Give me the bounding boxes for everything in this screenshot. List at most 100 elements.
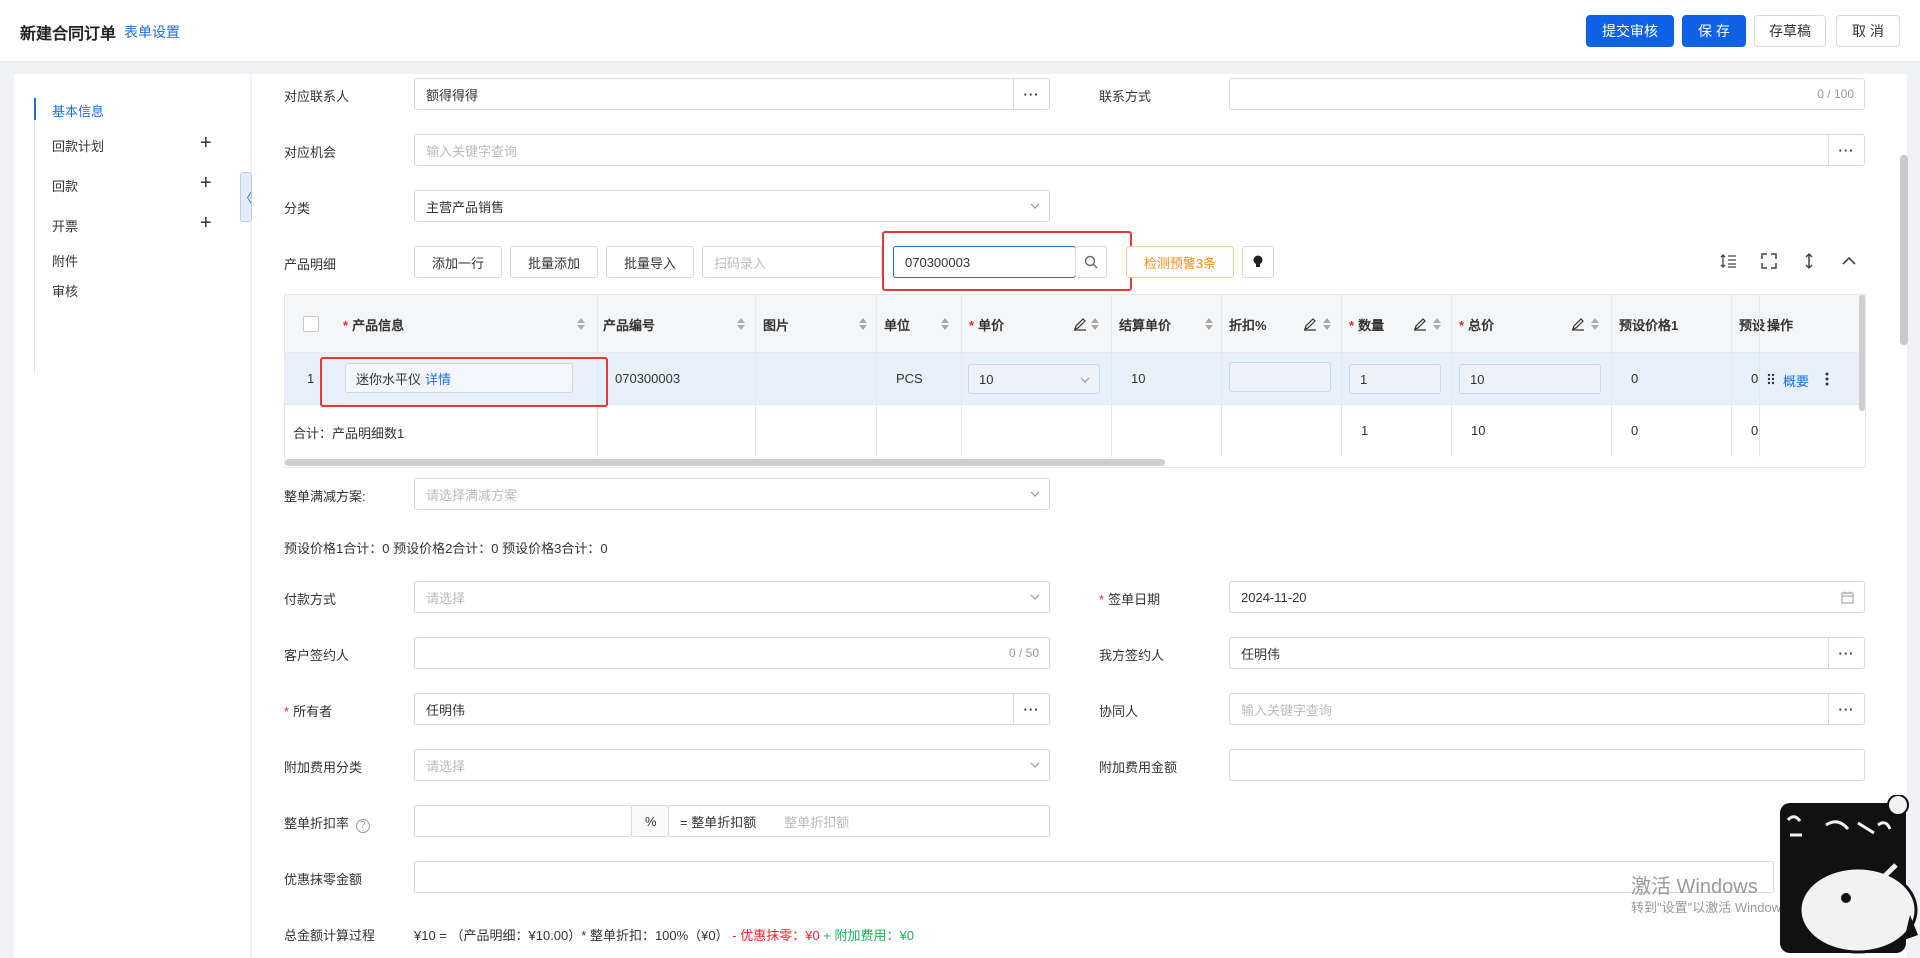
collaborator-label: 协同人 (1099, 704, 1139, 719)
owner-more-icon[interactable]: ··· (1013, 694, 1049, 724)
preset2-value: 0 (1751, 371, 1759, 386)
warning-check-button[interactable]: 检测预警3条 (1126, 246, 1234, 278)
payment-select[interactable]: 请选择 (414, 581, 1050, 613)
save-button[interactable]: 保 存 (1682, 15, 1746, 47)
batch-import-button[interactable]: 批量导入 (606, 246, 694, 278)
sign-date-picker[interactable]: 2024-11-20 (1229, 581, 1865, 613)
sidebar-item-review[interactable]: 审核 (52, 281, 78, 300)
column-header-settle-price[interactable]: 结算单价 (1119, 315, 1171, 334)
column-header-preset1[interactable]: 预设价格1 (1619, 315, 1678, 334)
table-row[interactable]: 1 迷你水平仪 详情 070300003 PCS 10 10 1 10 0 0 … (285, 353, 1865, 405)
sort-icon[interactable] (737, 317, 745, 331)
sort-icon[interactable] (1323, 317, 1331, 331)
discount-amount-placeholder: 整单折扣额 (784, 814, 850, 830)
sidebar-item-attachment[interactable]: 附件 (52, 251, 78, 270)
our-signer-more-icon[interactable]: ··· (1828, 638, 1864, 668)
column-header-preset2[interactable]: 预设 (1739, 315, 1765, 334)
product-search-input[interactable]: 070300003 (893, 246, 1076, 278)
column-header-discount[interactable]: 折扣% (1229, 315, 1267, 334)
contact-field[interactable]: 额得得得 ··· (414, 78, 1050, 110)
table-horizontal-scrollbar[interactable] (285, 459, 1165, 466)
calc-main: ¥10 = （产品明细：¥10.00）* 整单折扣：100%（¥0） (414, 928, 729, 943)
payment-label: 付款方式 (284, 592, 337, 607)
column-divider (1341, 295, 1342, 457)
edit-pen-icon[interactable] (1073, 317, 1087, 331)
add-invoice-icon[interactable]: + (200, 213, 212, 233)
opportunity-field[interactable]: 输入关键字查询 ··· (414, 134, 1865, 166)
extra-fee-category-select[interactable]: 请选择 (414, 749, 1050, 781)
edit-pen-icon[interactable] (1303, 317, 1317, 331)
column-header[interactable]: * 单价 (969, 315, 1004, 334)
expand-vertical-icon[interactable] (1800, 252, 1818, 270)
lightbulb-button[interactable] (1242, 246, 1274, 278)
rounding-amount-field[interactable] (414, 861, 1774, 893)
contact-more-icon[interactable]: ··· (1013, 79, 1049, 109)
owner-value: 任明伟 (426, 702, 466, 718)
edit-pen-icon[interactable] (1413, 317, 1427, 331)
edit-pen-icon[interactable] (1571, 317, 1585, 331)
column-header[interactable]: * 产品信息 (343, 315, 404, 334)
column-header-unit[interactable]: 单位 (884, 315, 910, 334)
fullscreen-icon[interactable] (1760, 252, 1778, 270)
sidebar-item-payment[interactable]: 回款 (52, 176, 78, 195)
total-input[interactable]: 10 (1459, 364, 1601, 394)
owner-field[interactable]: 任明伟 ··· (414, 693, 1050, 725)
sort-icon[interactable] (859, 317, 867, 331)
collaborator-more-icon[interactable]: ··· (1828, 694, 1864, 724)
table-vertical-scrollbar[interactable] (1859, 295, 1865, 411)
column-header[interactable]: * 数量 (1349, 315, 1384, 334)
chevron-down-icon (1030, 590, 1040, 600)
windows-activation-hint: 转到"设置"以激活 Windows。 (1631, 900, 1801, 915)
total-value: 10 (1470, 371, 1485, 387)
form-settings-link[interactable]: 表单设置 (124, 22, 180, 42)
chevron-up-icon[interactable] (1840, 252, 1858, 270)
our-signer-field[interactable]: 任明伟 ··· (1229, 637, 1865, 669)
product-search-button[interactable] (1075, 246, 1107, 278)
sort-icon[interactable] (1091, 317, 1099, 331)
column-header[interactable]: * 总价 (1459, 315, 1494, 334)
summary-link[interactable]: 概要 (1783, 371, 1809, 390)
sidebar-item-invoice[interactable]: 开票 (52, 216, 78, 235)
column-header-image[interactable]: 图片 (763, 315, 789, 334)
quantity-value: 1 (1360, 371, 1368, 387)
sort-icon[interactable] (1433, 317, 1441, 331)
sort-icon[interactable] (577, 317, 585, 331)
drag-handle-icon[interactable] (1767, 373, 1775, 385)
discount-amount-field[interactable]: = 整单折扣额 整单折扣额 (668, 805, 1050, 837)
contact-method-field[interactable]: 0 / 100 (1229, 78, 1865, 110)
quantity-input[interactable]: 1 (1349, 364, 1441, 394)
more-vertical-icon[interactable] (1825, 372, 1829, 386)
add-payment-plan-icon[interactable]: + (200, 133, 212, 153)
discount-plan-select[interactable]: 请选择满减方案 (414, 478, 1050, 510)
save-draft-button[interactable]: 存草稿 (1754, 15, 1826, 47)
sidebar-item-payment-plan[interactable]: 回款计划 (52, 136, 104, 155)
column-header-product-code[interactable]: 产品编号 (603, 315, 655, 334)
sort-icon[interactable] (941, 317, 949, 331)
sort-icon[interactable] (1591, 317, 1599, 331)
row-height-icon[interactable] (1720, 252, 1738, 270)
help-icon[interactable]: ? (355, 819, 370, 833)
discount-input[interactable] (1229, 362, 1331, 392)
sort-icon[interactable] (1205, 317, 1213, 331)
scan-input[interactable]: 扫码录入 (702, 246, 882, 278)
category-select[interactable]: 主营产品销售 (414, 190, 1050, 222)
unit-price-select[interactable]: 10 (968, 364, 1100, 394)
product-info-cell[interactable]: 迷你水平仪 详情 (345, 363, 573, 393)
collaborator-field[interactable]: 输入关键字查询 ··· (1229, 693, 1865, 725)
page-scrollbar[interactable] (1900, 155, 1908, 345)
customer-signer-field[interactable]: 0 / 50 (414, 637, 1050, 669)
column-header-quantity: 数量 (1358, 318, 1385, 333)
select-all-checkbox[interactable] (303, 316, 319, 332)
product-detail-link[interactable]: 详情 (425, 369, 451, 388)
batch-add-button[interactable]: 批量添加 (510, 246, 598, 278)
opportunity-more-icon[interactable]: ··· (1828, 135, 1864, 165)
sidebar-collapse-handle[interactable]: 〈 (240, 172, 252, 222)
sidebar-item-basic-info[interactable]: 基本信息 (52, 101, 104, 120)
discount-rate-input[interactable] (414, 805, 632, 837)
add-row-button[interactable]: 添加一行 (414, 246, 502, 278)
add-payment-icon[interactable]: + (200, 173, 212, 193)
cancel-button[interactable]: 取 消 (1836, 15, 1900, 47)
extra-fee-amount-field[interactable] (1229, 749, 1865, 781)
cartoon-sticker-image (1780, 795, 1918, 954)
submit-review-button[interactable]: 提交审核 (1586, 15, 1674, 47)
